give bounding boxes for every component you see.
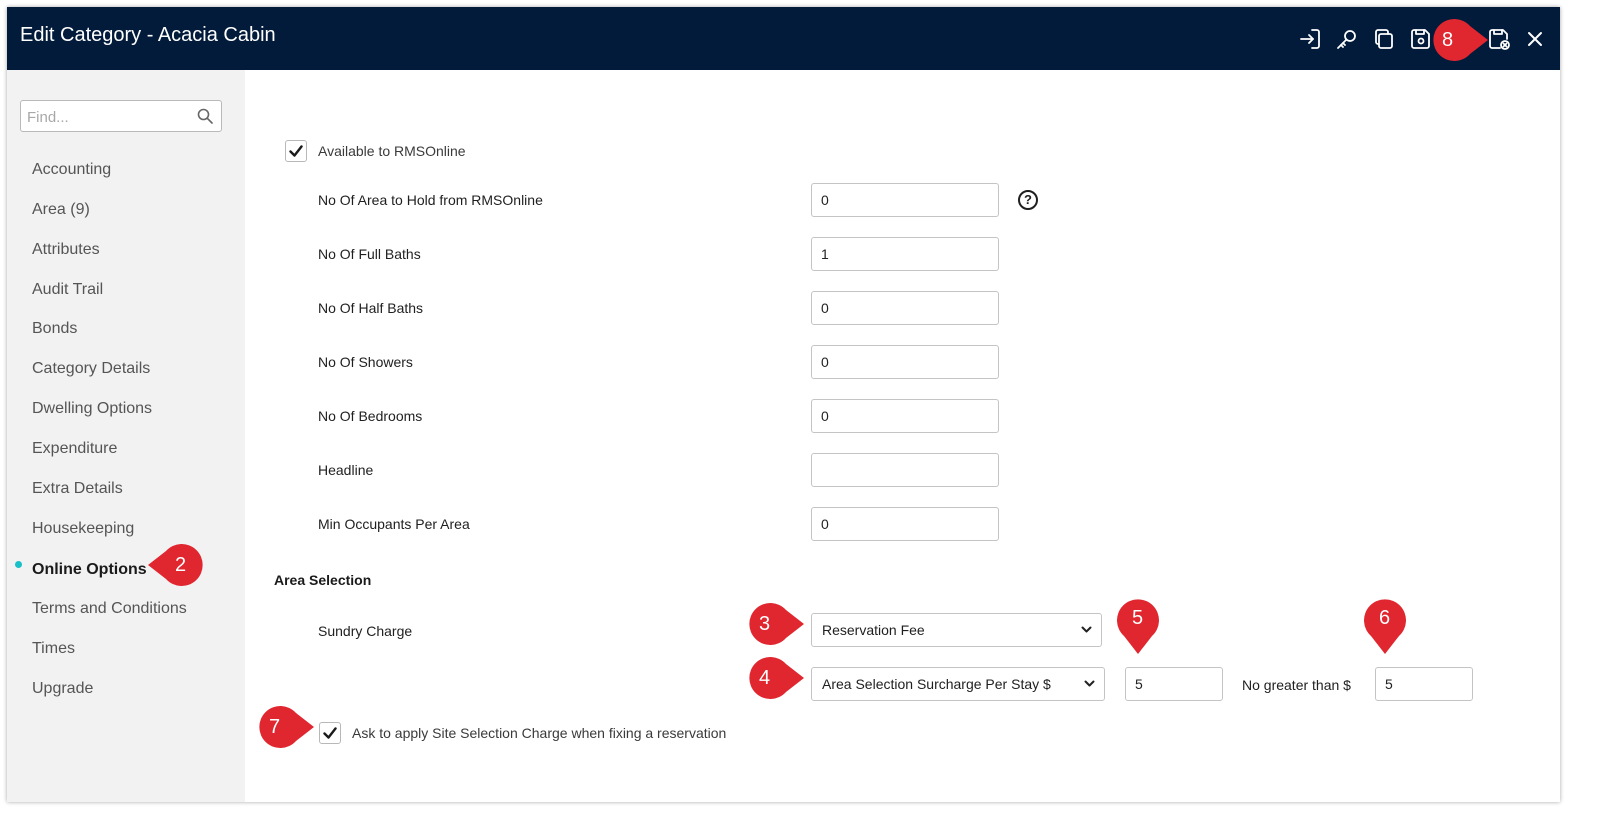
- sidebar-item-audit-trail[interactable]: Audit Trail: [32, 281, 103, 299]
- sidebar-item-bonds[interactable]: Bonds: [32, 320, 77, 338]
- sidebar-item-online-options[interactable]: Online Options: [32, 561, 147, 579]
- surcharge-type-select[interactable]: Area Selection Surcharge Per Stay $: [811, 667, 1105, 701]
- area-hold-input[interactable]: [811, 183, 999, 217]
- min-occupants-input[interactable]: [811, 507, 999, 541]
- max-amount-input[interactable]: [1375, 667, 1473, 701]
- online-options-panel: Available to RMSOnline No Of Area to Hol…: [245, 70, 1560, 802]
- sundry-charge-select[interactable]: Reservation Fee: [811, 613, 1102, 647]
- full-baths-label: No Of Full Baths: [318, 246, 421, 262]
- ask-site-selection-checkbox[interactable]: [319, 722, 341, 744]
- find-field[interactable]: [20, 100, 222, 132]
- annotation-badge-7: 7: [250, 699, 314, 757]
- sidebar-item-times[interactable]: Times: [32, 640, 75, 658]
- area-hold-label: No Of Area to Hold from RMSOnline: [318, 192, 543, 208]
- showers-label: No Of Showers: [318, 354, 413, 370]
- sidebar-item-extra-details[interactable]: Extra Details: [32, 480, 123, 498]
- headline-input[interactable]: [811, 453, 999, 487]
- area-selection-heading: Area Selection: [274, 572, 372, 588]
- sidebar-item-area[interactable]: Area (9): [32, 201, 90, 219]
- sidebar-item-accounting[interactable]: Accounting: [32, 161, 111, 179]
- search-icon[interactable]: [197, 108, 213, 124]
- max-amount-label: No greater than $: [1242, 677, 1351, 693]
- close-icon[interactable]: [1523, 27, 1547, 51]
- save-exit-icon[interactable]: [1487, 27, 1511, 51]
- find-input[interactable]: [25, 105, 189, 129]
- sidebar-item-terms-and-conditions[interactable]: Terms and Conditions: [32, 600, 187, 618]
- annotation-badge-6: 6: [1357, 590, 1415, 654]
- title-bar: Edit Category - Acacia Cabin: [7, 7, 1560, 70]
- sidebar-item-dwelling-options[interactable]: Dwelling Options: [32, 400, 152, 418]
- help-icon[interactable]: ?: [1018, 190, 1038, 210]
- full-baths-input[interactable]: [811, 237, 999, 271]
- sidebar: Accounting Area (9) Attributes Audit Tra…: [7, 70, 245, 802]
- showers-input[interactable]: [811, 345, 999, 379]
- bedrooms-input[interactable]: [811, 399, 999, 433]
- sidebar-item-category-details[interactable]: Category Details: [32, 360, 150, 378]
- active-indicator-dot: [15, 561, 22, 568]
- available-label: Available to RMSOnline: [318, 143, 466, 159]
- chevron-down-icon: [1081, 626, 1092, 633]
- key-icon[interactable]: [1335, 27, 1359, 51]
- sidebar-item-expenditure[interactable]: Expenditure: [32, 440, 117, 458]
- annotation-badge-2: 2: [148, 537, 215, 595]
- sundry-charge-value: Reservation Fee: [822, 622, 925, 638]
- copy-icon[interactable]: [1372, 27, 1396, 51]
- half-baths-label: No Of Half Baths: [318, 300, 424, 316]
- min-occupants-label: Min Occupants Per Area: [318, 516, 470, 532]
- sidebar-item-housekeeping[interactable]: Housekeeping: [32, 520, 134, 538]
- available-checkbox[interactable]: [285, 140, 307, 162]
- annotation-badge-3: 3: [740, 596, 804, 654]
- sidebar-item-attributes[interactable]: Attributes: [32, 241, 100, 259]
- sign-in-icon[interactable]: [1298, 27, 1322, 51]
- headline-label: Headline: [318, 462, 374, 478]
- annotation-badge-8: 8: [1424, 12, 1488, 70]
- window-title: Edit Category - Acacia Cabin: [20, 24, 276, 46]
- bedrooms-label: No Of Bedrooms: [318, 408, 423, 424]
- annotation-badge-4: 4: [740, 650, 804, 708]
- half-baths-input[interactable]: [811, 291, 999, 325]
- annotation-badge-5: 5: [1110, 590, 1168, 654]
- surcharge-type-value: Area Selection Surcharge Per Stay $: [822, 676, 1051, 692]
- sundry-charge-label: Sundry Charge: [318, 623, 413, 639]
- sidebar-item-upgrade[interactable]: Upgrade: [32, 680, 93, 698]
- chevron-down-icon: [1084, 680, 1095, 687]
- surcharge-amount-input[interactable]: [1125, 667, 1223, 701]
- ask-site-selection-label: Ask to apply Site Selection Charge when …: [352, 725, 727, 741]
